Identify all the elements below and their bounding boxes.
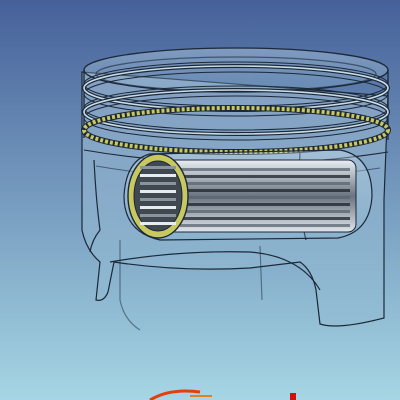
pin-bore <box>133 160 183 232</box>
bore-stripe <box>140 182 176 185</box>
pin-bore-stripes <box>180 168 350 227</box>
pin-stripe <box>180 203 350 206</box>
bore-stripe <box>140 166 176 169</box>
3d-viewport[interactable] <box>0 0 400 400</box>
bore-stripe <box>140 222 176 225</box>
bore-stripe <box>140 198 176 201</box>
bore-stripe <box>140 206 176 209</box>
bore-stripe <box>140 214 176 217</box>
pin-stripe <box>180 182 350 185</box>
pin-stripe <box>180 217 350 220</box>
piston-model-view[interactable] <box>0 0 400 400</box>
pin-stripe <box>180 168 350 171</box>
pin-stripe <box>180 175 350 178</box>
bore-stripe <box>140 190 176 193</box>
pin-stripe <box>180 224 350 227</box>
pin-stripe <box>180 196 350 199</box>
pin-stripe <box>180 210 350 213</box>
piston-pin[interactable] <box>127 153 357 239</box>
pin-stripe <box>180 189 350 192</box>
bore-stripe <box>140 174 176 177</box>
